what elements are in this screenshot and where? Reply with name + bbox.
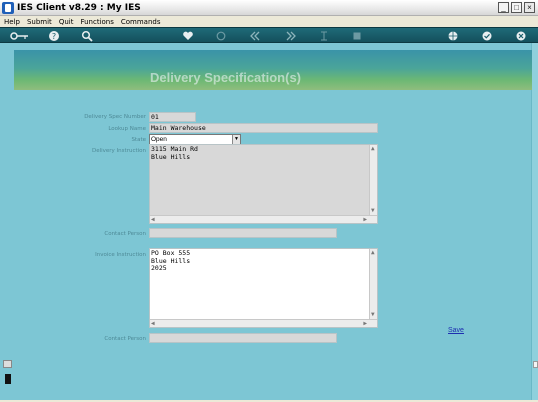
- invoice-instruction-label: Invoice Instruction: [95, 252, 146, 258]
- close-icon[interactable]: [514, 30, 528, 42]
- invoice-instruction-line: Blue Hills: [151, 256, 191, 265]
- contact-person-field[interactable]: [149, 333, 337, 343]
- refresh-icon[interactable]: [214, 30, 228, 42]
- lookup-name-field[interactable]: Main Warehouse: [149, 123, 378, 133]
- side-tab-icon[interactable]: [3, 360, 12, 368]
- text-cursor-icon[interactable]: [317, 30, 331, 42]
- spec-number-label: Delivery Spec Number: [84, 114, 146, 120]
- menu-bar: Help Submit Quit Functions Commands: [0, 16, 538, 27]
- invoice-instruction-hscroll[interactable]: ◀ ▶: [150, 319, 377, 327]
- app-icon: [2, 1, 14, 14]
- chevron-down-icon[interactable]: ▼: [232, 135, 240, 144]
- scroll-left-icon[interactable]: ◀: [151, 320, 155, 328]
- menu-help[interactable]: Help: [4, 18, 20, 26]
- delivery-instruction-hscroll[interactable]: ◀ ▶: [150, 215, 377, 223]
- scroll-up-icon[interactable]: ▲: [371, 145, 375, 153]
- menu-submit[interactable]: Submit: [27, 18, 52, 26]
- invoice-instruction-vscroll[interactable]: ▲ ▼: [369, 249, 377, 319]
- toolbar: ?: [0, 27, 538, 43]
- rewind-icon[interactable]: [248, 30, 262, 42]
- search-icon[interactable]: [80, 30, 94, 42]
- invoice-instruction-line: 2025: [151, 264, 167, 272]
- save-link[interactable]: Save: [448, 327, 464, 334]
- state-label: State: [131, 137, 146, 143]
- delivery-instruction-textarea[interactable]: 3115 Main Rd Blue Hills ▲ ▼ ◀ ▶: [149, 144, 378, 224]
- check-icon[interactable]: [480, 30, 494, 42]
- contact-person-label: Contact Person: [104, 231, 146, 237]
- maximize-button[interactable]: □: [511, 2, 522, 13]
- stop-icon[interactable]: [350, 30, 364, 42]
- scroll-down-icon[interactable]: ▼: [371, 311, 375, 319]
- contact-person-field[interactable]: [149, 228, 337, 238]
- globe-icon[interactable]: [446, 30, 460, 42]
- key-icon[interactable]: [10, 30, 30, 42]
- svg-text:?: ?: [52, 32, 56, 41]
- scroll-right-icon[interactable]: ▶: [363, 216, 367, 224]
- invoice-instruction-textarea[interactable]: PO Box 555 Blue Hills 2025 ▲ ▼ ◀ ▶: [149, 248, 378, 328]
- scroll-up-icon[interactable]: ▲: [371, 249, 375, 257]
- left-side-controls: [2, 360, 13, 390]
- window-titlebar: IES Client v8.29 : My IES _ □ ×: [0, 0, 538, 16]
- help-icon[interactable]: ?: [47, 30, 61, 42]
- side-marker-icon: [5, 374, 11, 384]
- menu-commands[interactable]: Commands: [121, 18, 161, 26]
- lookup-name-label: Lookup Name: [108, 126, 146, 132]
- delivery-instruction-label: Delivery Instruction: [91, 148, 146, 154]
- page-scrollbar[interactable]: [531, 43, 538, 400]
- window-title: IES Client v8.29 : My IES: [17, 2, 141, 13]
- heart-icon[interactable]: [181, 30, 195, 42]
- spec-number-field[interactable]: 01: [149, 112, 196, 122]
- menu-functions[interactable]: Functions: [80, 18, 113, 26]
- scroll-down-icon[interactable]: ▼: [371, 207, 375, 215]
- menu-quit[interactable]: Quit: [59, 18, 74, 26]
- scroll-right-icon[interactable]: ▶: [363, 320, 367, 328]
- delivery-instruction-vscroll[interactable]: ▲ ▼: [369, 145, 377, 215]
- scroll-left-icon[interactable]: ◀: [151, 216, 155, 224]
- forward-icon[interactable]: [284, 30, 298, 42]
- close-window-button[interactable]: ×: [524, 2, 535, 13]
- contact-person-label: Contact Person: [104, 336, 146, 342]
- delivery-instruction-line: Blue Hills: [151, 152, 191, 161]
- page-scrollbar-thumb[interactable]: [533, 361, 538, 368]
- minimize-button[interactable]: _: [498, 2, 509, 13]
- page-title: Delivery Specification(s): [150, 70, 301, 85]
- state-selected-value: Open: [151, 136, 167, 143]
